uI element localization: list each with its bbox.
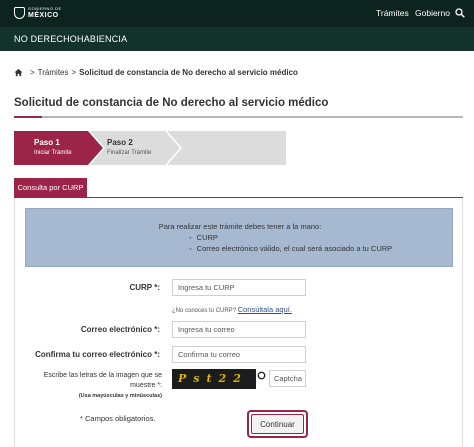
captcha-image-text: Pst22 [178, 372, 248, 385]
continuar-button[interactable]: Continuar [251, 414, 304, 434]
captcha-label-text: Escribe las letras de la imagen que se m… [43, 372, 162, 389]
step-2-label: Paso 2 [107, 138, 133, 147]
breadcrumb: > Trámites > Solicitud de constancia de … [14, 66, 298, 78]
required-note: * Campos obligatorios. [80, 414, 156, 423]
step-progress: Paso 1 Iniciar Trámite Paso 2 Finalizar … [14, 131, 286, 165]
step-1-arrow [14, 131, 103, 165]
search-icon[interactable] [455, 8, 465, 18]
step-1-sublabel: Iniciar Trámite [34, 150, 72, 156]
email-label: Correo electrónico *: [80, 325, 160, 334]
info-item-email: Correo electrónico válido, el cual será … [189, 244, 393, 253]
info-item-curp: CURP [189, 233, 218, 242]
info-intro: Para realizar este trámite debes tener a… [158, 222, 322, 231]
section-title: NO DERECHOHABIENCIA [14, 34, 128, 44]
curp-lookup-link[interactable]: Consúltala aquí. [238, 305, 292, 314]
captcha-label-note: (Usa mayúsculas y minúsculas) [78, 393, 162, 399]
step-arrows [14, 131, 183, 165]
gobierno-logo[interactable]: GOBIERNO DE MÉXICO [14, 5, 64, 22]
tab-consulta-curp[interactable]: Consulta por CURP [14, 178, 87, 198]
curp-hint-text: ¿No conoces tu CURP? [172, 308, 237, 314]
logo-big-text: MÉXICO [28, 12, 59, 19]
breadcrumb-current: Solicitud de constancia de No derecho al… [79, 67, 298, 77]
section-header: NO DERECHOHABIENCIA [0, 27, 474, 51]
captcha-image: Pst22 [172, 369, 256, 389]
email-confirm-input[interactable] [172, 346, 306, 363]
title-divider [14, 116, 463, 118]
info-box: Para realizar este trámite debes tener a… [25, 208, 453, 267]
email-input[interactable] [172, 321, 306, 338]
nav-tramites[interactable]: Trámites [376, 0, 409, 27]
nav-gobierno[interactable]: Gobierno [415, 0, 450, 27]
refresh-icon[interactable] [257, 371, 266, 380]
curp-label: CURP *: [129, 283, 160, 292]
captcha-label: Escribe las letras de la imagen que se m… [26, 371, 162, 401]
step-2-separator [165, 131, 183, 165]
breadcrumb-separator: > [71, 67, 77, 77]
step-1-label: Paso 1 [34, 138, 60, 147]
breadcrumb-separator: > [30, 67, 35, 77]
curp-input[interactable] [172, 279, 306, 296]
curp-hint: ¿No conoces tu CURP? Consúltala aquí. [172, 305, 292, 314]
top-navbar: GOBIERNO DE MÉXICO Trámites Gobierno [0, 0, 474, 27]
captcha-input[interactable] [269, 370, 306, 387]
shield-icon [14, 7, 25, 19]
home-icon[interactable] [14, 68, 23, 77]
breadcrumb-link-tramites[interactable]: Trámites [38, 68, 69, 77]
title-accent [14, 116, 42, 118]
email-confirm-label: Confirma tu correo electrónico *: [35, 350, 160, 359]
page-title: Solicitud de constancia de No derecho al… [14, 97, 329, 109]
step-2-sublabel: Finalizar Trámite [107, 150, 152, 156]
